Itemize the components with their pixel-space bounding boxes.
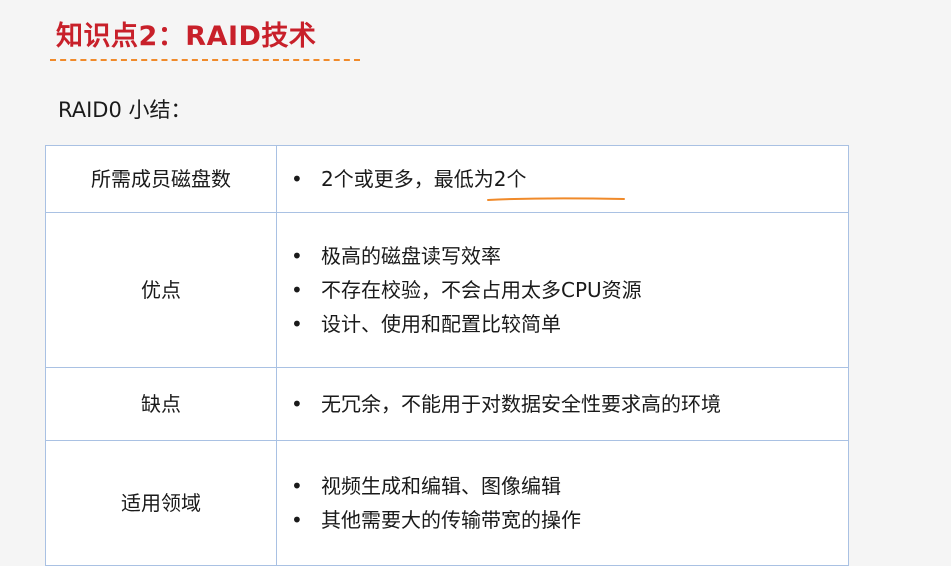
list-item-text: 无冗余，不能用于对数据安全性要求高的环境 [321, 392, 721, 416]
bullet-icon: • [291, 167, 303, 191]
row-label-disadvantages: 缺点 [45, 367, 277, 441]
table-row-applications: 适用领域 • 视频生成和编辑、图像编辑 • 其他需要大的传输带宽的操作 [45, 440, 849, 566]
bullet-icon: • [291, 508, 303, 532]
list-item-text: 极高的磁盘读写效率 [321, 244, 501, 268]
bullet-icon: • [291, 392, 303, 416]
bullet-list: • 极高的磁盘读写效率 • 不存在校验，不会占用太多CPU资源 • 设计、使用和… [287, 239, 834, 341]
list-item: • 其他需要大的传输带宽的操作 [287, 503, 834, 537]
row-label-applications: 适用领域 [45, 440, 277, 566]
raid0-summary-table: 所需成员磁盘数 • 2个或更多，最低为2个 优点 • 极高的磁盘读写效率 • 不… [45, 145, 849, 566]
list-item: • 设计、使用和配置比较简单 [287, 307, 834, 341]
bullet-list: • 2个或更多，最低为2个 [287, 162, 834, 196]
slide-title: 知识点2：RAID技术 [56, 21, 317, 52]
table-row-advantages: 优点 • 极高的磁盘读写效率 • 不存在校验，不会占用太多CPU资源 • 设计、… [45, 212, 849, 368]
list-item-text: 不存在校验，不会占用太多CPU资源 [321, 278, 642, 302]
list-item: • 无冗余，不能用于对数据安全性要求高的环境 [287, 387, 834, 421]
table-row-member-disks: 所需成员磁盘数 • 2个或更多，最低为2个 [45, 145, 849, 213]
title-dashed-underline [50, 59, 360, 61]
list-item-text: 设计、使用和配置比较简单 [321, 312, 561, 336]
bullet-list: • 无冗余，不能用于对数据安全性要求高的环境 [287, 387, 834, 421]
bullet-icon: • [291, 244, 303, 268]
row-content-applications: • 视频生成和编辑、图像编辑 • 其他需要大的传输带宽的操作 [276, 440, 849, 566]
list-item: • 视频生成和编辑、图像编辑 [287, 469, 834, 503]
list-item-text: 视频生成和编辑、图像编辑 [321, 474, 561, 498]
list-item: • 不存在校验，不会占用太多CPU资源 [287, 273, 834, 307]
row-content-disadvantages: • 无冗余，不能用于对数据安全性要求高的环境 [276, 367, 849, 441]
list-item-text: 2个或更多，最低为2个 [321, 167, 527, 191]
annotation-underline [487, 197, 625, 201]
bullet-icon: • [291, 278, 303, 302]
list-item: • 2个或更多，最低为2个 [287, 162, 834, 196]
row-label-advantages: 优点 [45, 212, 277, 368]
bullet-icon: • [291, 312, 303, 336]
bullet-icon: • [291, 474, 303, 498]
bullet-list: • 视频生成和编辑、图像编辑 • 其他需要大的传输带宽的操作 [287, 469, 834, 537]
row-content-advantages: • 极高的磁盘读写效率 • 不存在校验，不会占用太多CPU资源 • 设计、使用和… [276, 212, 849, 368]
table-row-disadvantages: 缺点 • 无冗余，不能用于对数据安全性要求高的环境 [45, 367, 849, 441]
row-label-member-disks: 所需成员磁盘数 [45, 145, 277, 213]
list-item: • 极高的磁盘读写效率 [287, 239, 834, 273]
section-subtitle: RAID0 小结： [58, 98, 192, 122]
list-item-text: 其他需要大的传输带宽的操作 [321, 508, 581, 532]
